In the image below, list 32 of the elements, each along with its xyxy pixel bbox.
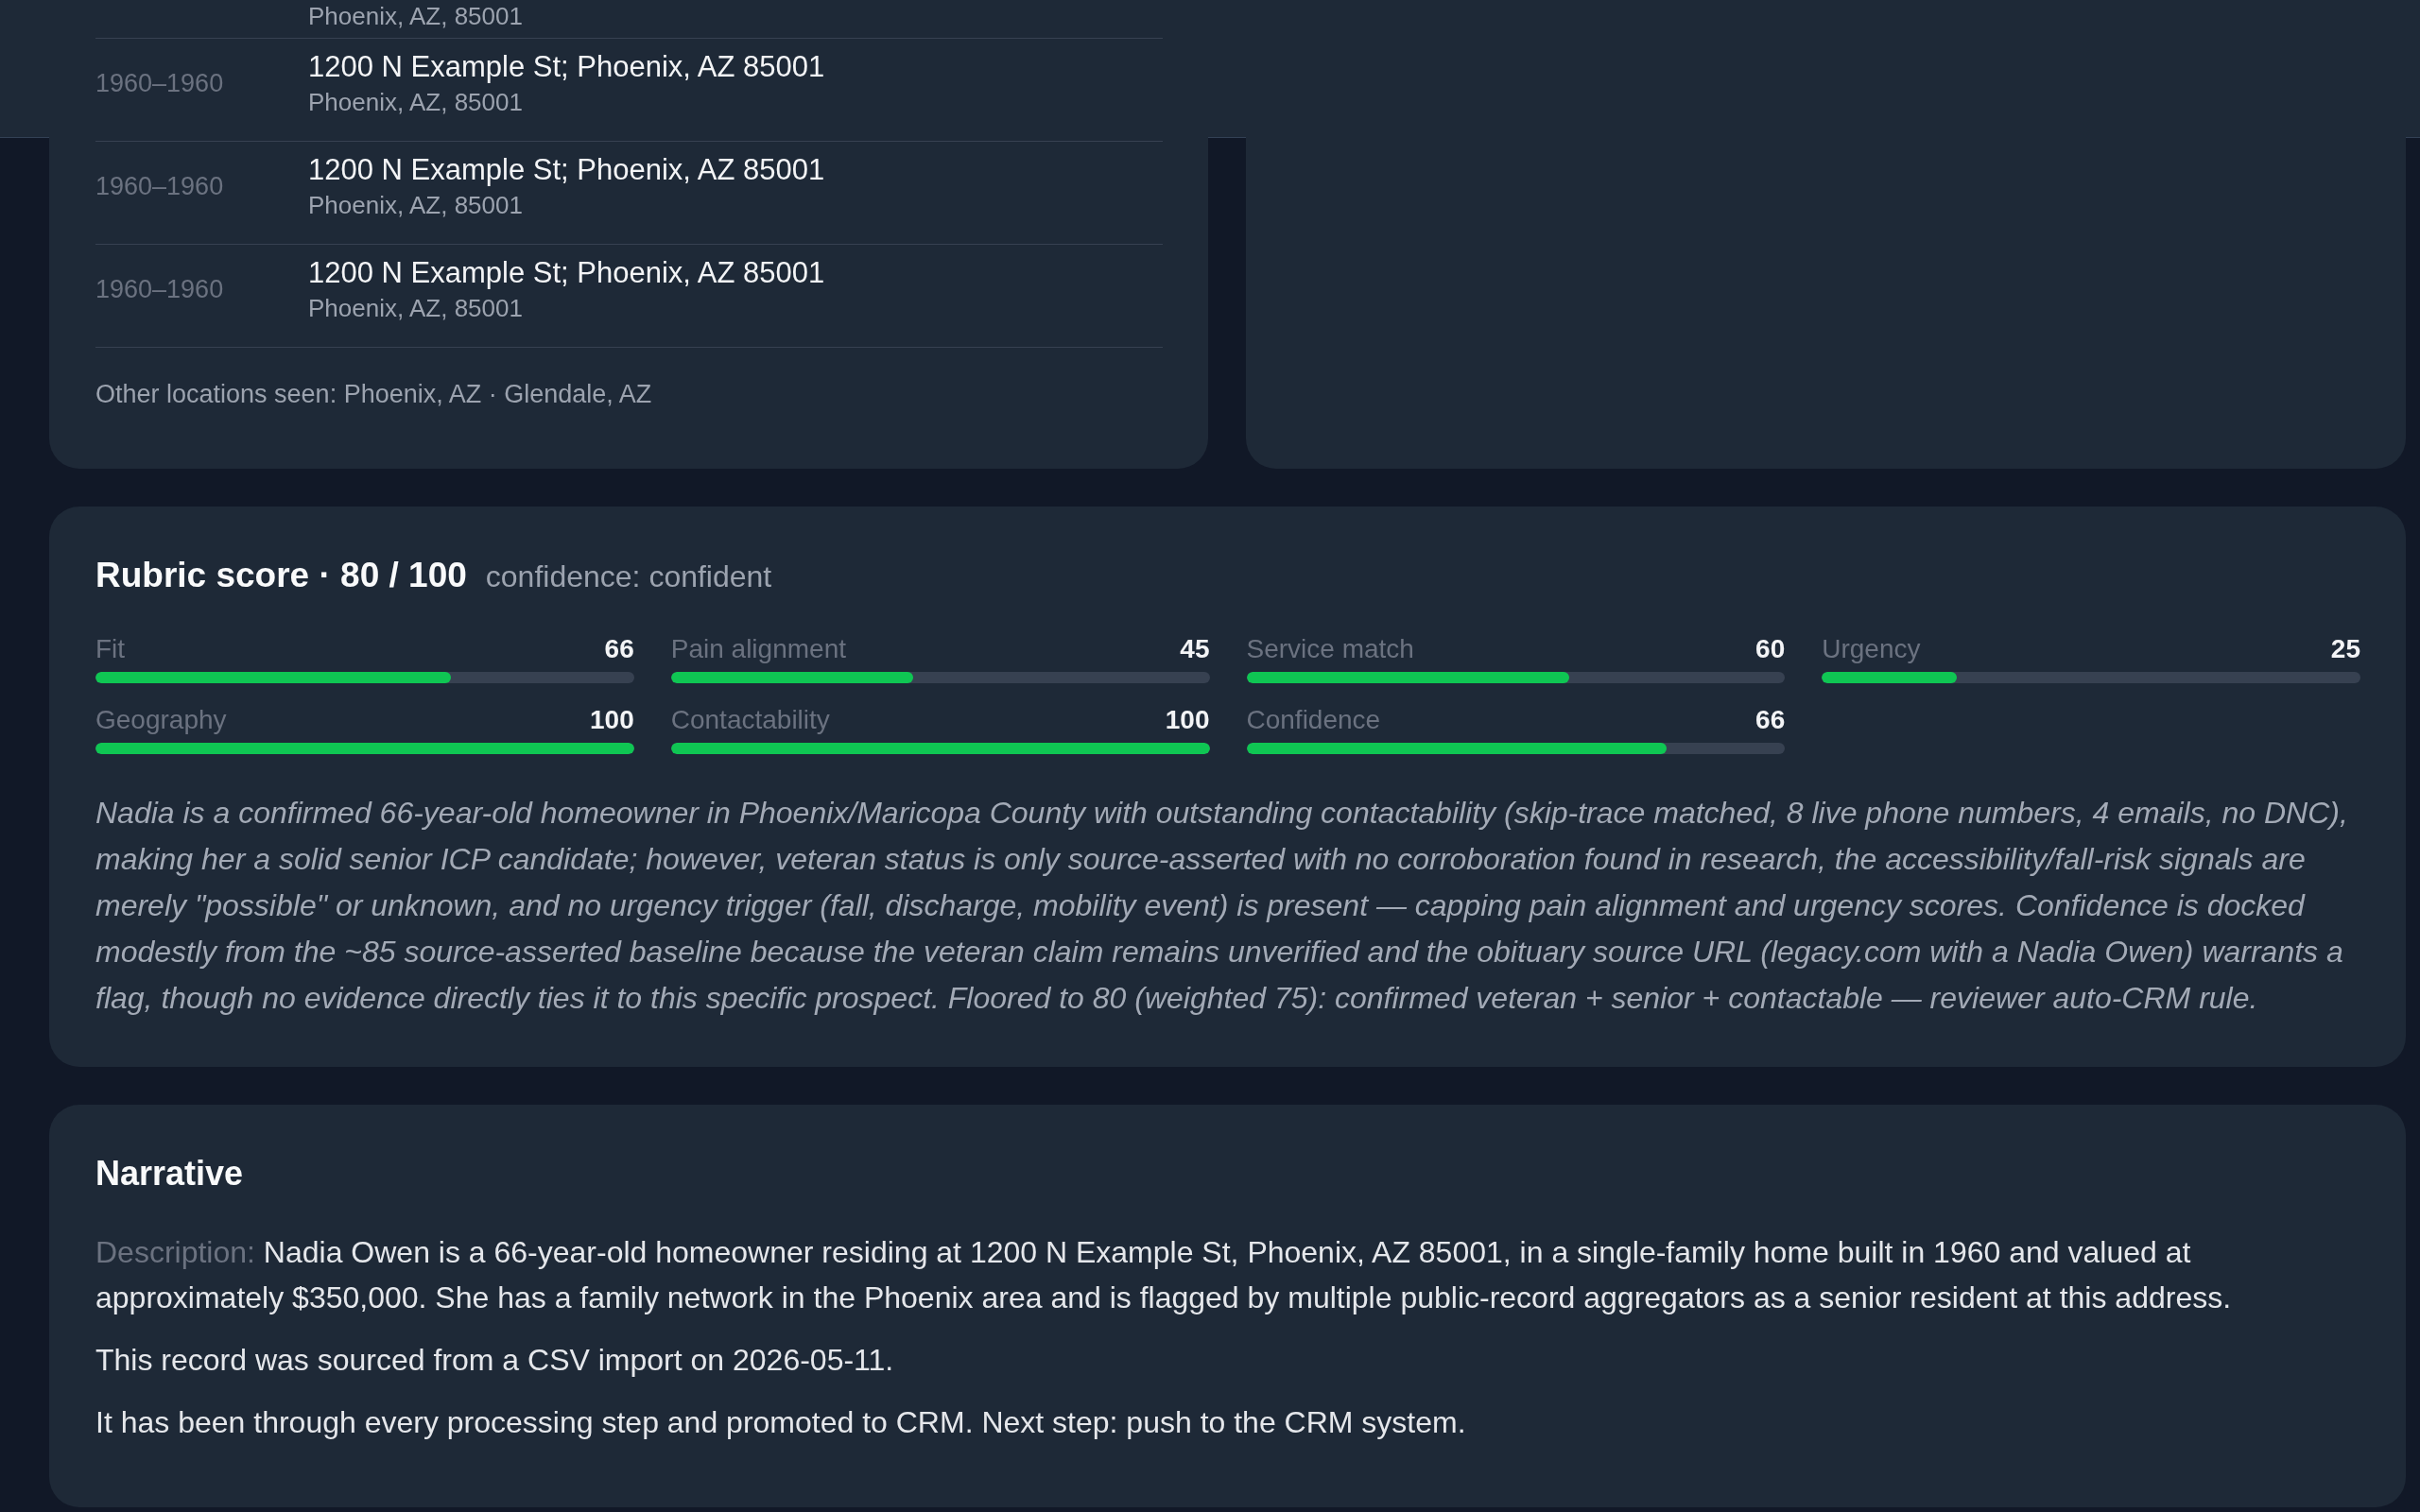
city-line: Phoenix, AZ, 85001 [308, 293, 524, 324]
year-range: 1960–1960 [95, 274, 225, 304]
metric-label: Urgency [1822, 633, 1921, 665]
metric-label: Confidence [1246, 704, 1381, 736]
narrative-paragraph: It has been through every processing step and promoted to CRM. Next step: push to the CRM system. [95, 1404, 1467, 1441]
address-line: 1200 N Example St; Phoenix, AZ 85001 [308, 255, 825, 291]
year-range: 1960–1960 [95, 171, 225, 201]
narrative-paragraph: This record was sourced from a CSV import on 2026-05-11. [95, 1342, 895, 1379]
address-line: 1200 N Example St; Phoenix, AZ 85001 [308, 152, 825, 188]
city-line: Phoenix, AZ, 85001 [308, 1, 523, 32]
metric-value: 25 [2330, 633, 2360, 665]
address-line: 1200 N Example St; Phoenix, AZ 85001 [308, 49, 825, 85]
rubric-title: Rubric score · 80 / 100 [95, 556, 467, 595]
rationale-paragraph: Nadia is a confirmed 66-year-old homeowner in Phoenix/Maricopa County with outstanding contactability (skip-trace matched, 8 live phone numbers, 4 emails, no DNC), making her a solid senior ICP candidate; however, veteran status is only source-asserted with no corroboration found in research, the accessibility/fall-risk signals are merely "possible" or unknown, and no urgency trigger (fall, discharge, mobility event) is present — capping pain alignment and urgency scores. Confidence is docked modestly from the ~85 source-asserted baseline because the veteran claim remains unverified and the obituary source URL (legacy.com with a Nadia Owen) warrants a flag, though no evidence directly ties it to this specific prospect. Floored to 80 (weighted 75): confirmed veteran + senior + contactable — reviewer auto-CRM rule. [95, 795, 2349, 1017]
metric-value: 100 [590, 704, 634, 736]
year-range: 1960–1960 [95, 68, 225, 98]
other-locations-text: Other locations seen: Phoenix, AZ · Glendale, AZ [95, 380, 653, 409]
metric-label: Geography [95, 704, 227, 736]
metric-value: 66 [1755, 704, 1786, 736]
city-line: Phoenix, AZ, 85001 [308, 87, 524, 118]
metric-label: Service match [1246, 633, 1414, 665]
metric-value: 66 [604, 633, 634, 665]
metric-value: 45 [1180, 633, 1210, 665]
city-line: Phoenix, AZ, 85001 [308, 190, 524, 221]
description-paragraph: Description: Nadia Owen is a 66-year-old homeowner residing at 1200 N Example St, Phoenix, AZ 85001, in a single-family home built in 1960 and valued at approximately $350,000. She has a family network in the Phoenix area and is flagged by multiple public-record aggregators as a senior resident at this address. [95, 1234, 2233, 1316]
metric-value: 100 [1165, 704, 1210, 736]
metric-label: Pain alignment [670, 633, 846, 665]
metric-value: 60 [1755, 633, 1786, 665]
confidence-label: confidence: confident [485, 559, 772, 594]
section-title: Narrative [95, 1154, 245, 1194]
metric-label: Fit [95, 633, 126, 665]
metric-label: Contactability [670, 704, 830, 736]
